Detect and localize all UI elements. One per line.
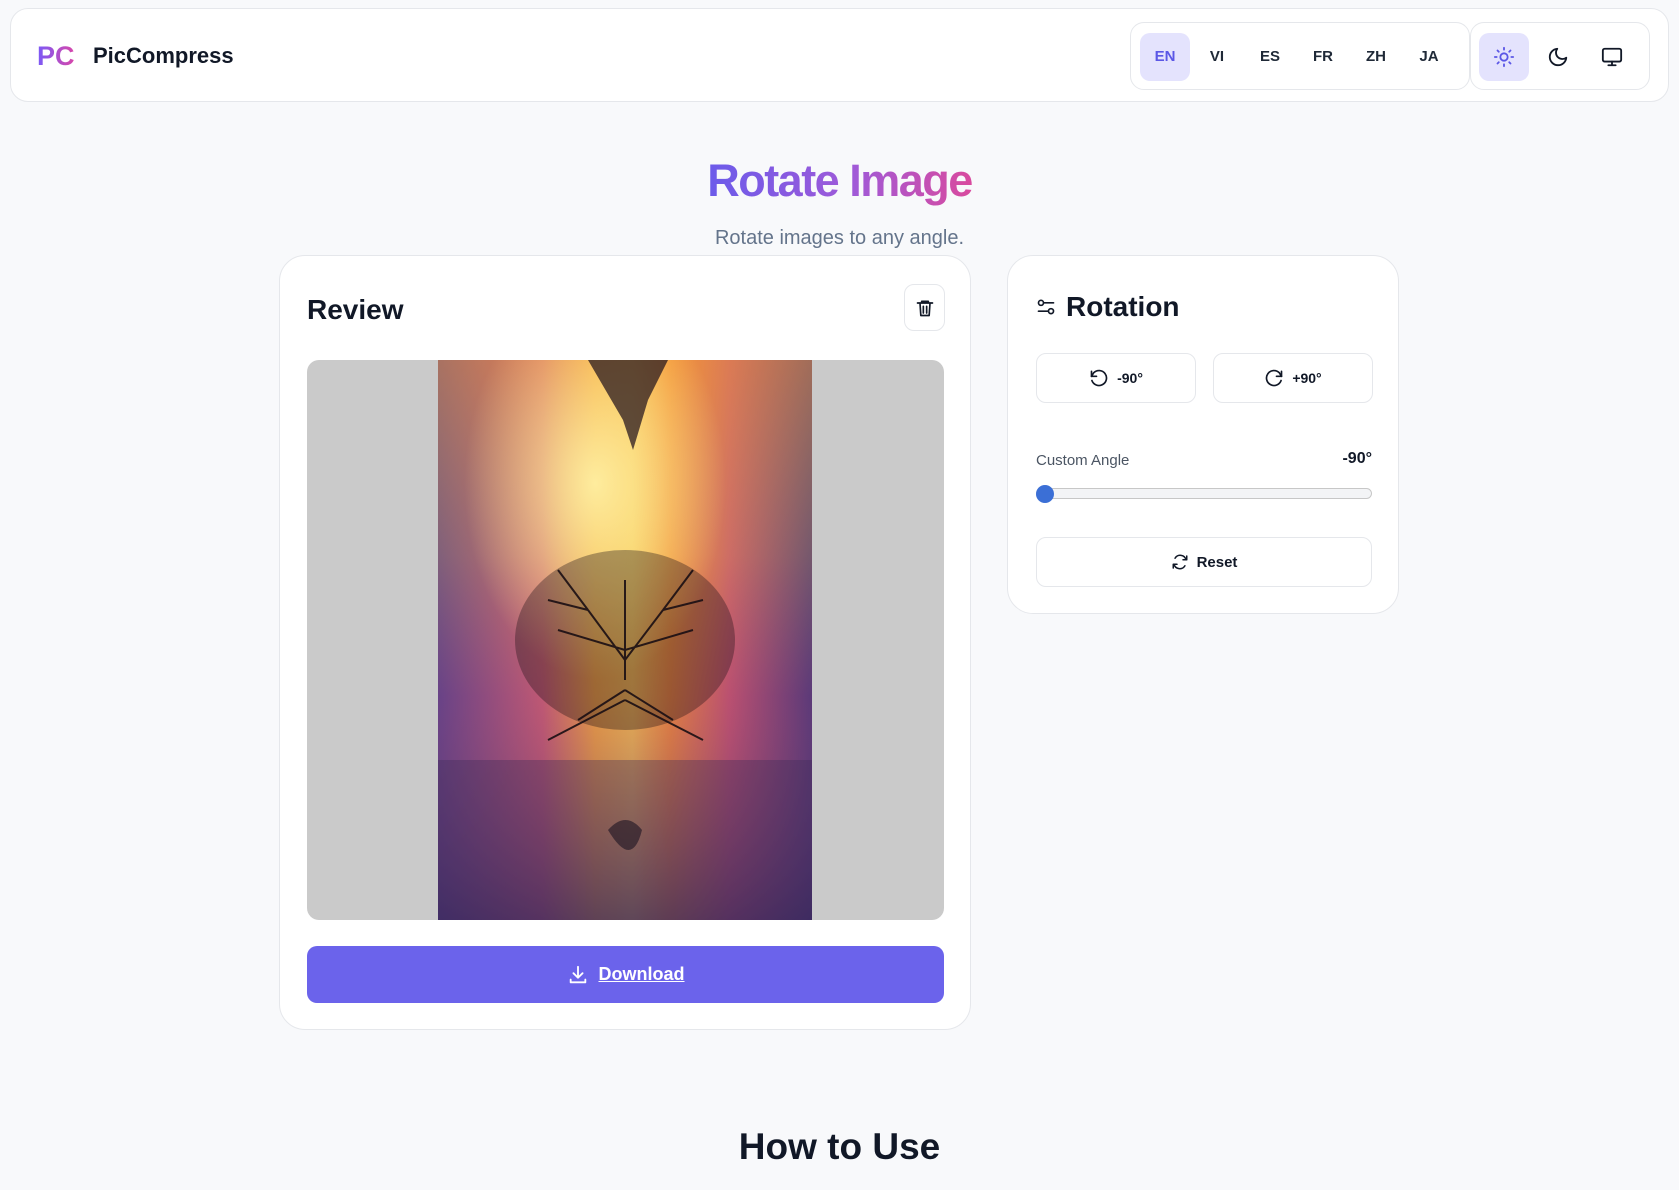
rotated-image: [438, 360, 812, 920]
lang-en-button[interactable]: EN: [1140, 33, 1190, 81]
custom-angle-slider[interactable]: [1036, 485, 1372, 503]
image-preview: [307, 360, 944, 920]
page-title-text: Rotate Image: [707, 155, 973, 206]
monitor-icon: [1601, 47, 1623, 67]
refresh-icon: [1172, 554, 1188, 570]
brand-name[interactable]: PicCompress: [93, 43, 234, 69]
delete-image-button[interactable]: [904, 284, 945, 331]
theme-switcher: [1470, 22, 1650, 90]
rotate-right-button[interactable]: +90°: [1213, 353, 1373, 403]
rotation-card: Rotation -90° +90° Custom Angle -90° Res…: [1007, 255, 1399, 614]
download-button[interactable]: Download: [307, 946, 944, 1003]
slider-thumb[interactable]: [1036, 485, 1054, 503]
rotate-left-label: -90°: [1117, 370, 1143, 386]
dark-theme-button[interactable]: [1533, 33, 1583, 81]
rotate-right-label: +90°: [1292, 370, 1322, 386]
lang-ja-button[interactable]: JA: [1404, 33, 1454, 81]
custom-angle-value: -90°: [1342, 450, 1372, 467]
review-card: Review Download: [279, 255, 971, 1030]
light-theme-button[interactable]: [1479, 33, 1529, 81]
review-title: Review: [307, 294, 404, 325]
rotate-left-button[interactable]: -90°: [1036, 353, 1196, 403]
custom-angle-label: Custom Angle: [1036, 452, 1130, 469]
lang-vi-button[interactable]: VI: [1192, 33, 1242, 81]
reset-button[interactable]: Reset: [1036, 537, 1372, 587]
rotation-title: Rotation: [1066, 291, 1180, 322]
rotate-cw-icon: [1266, 369, 1283, 387]
download-icon: [569, 965, 586, 983]
rotate-ccw-icon: [1090, 369, 1108, 387]
reset-label: Reset: [1196, 553, 1238, 571]
page-title: Rotate Image: [0, 154, 1679, 208]
top-header: PC PicCompress EN VI ES FR ZH JA: [10, 8, 1669, 102]
lang-fr-button[interactable]: FR: [1298, 33, 1348, 81]
download-label: Download: [598, 964, 685, 984]
sliders-icon: [1037, 299, 1055, 315]
language-switcher: EN VI ES FR ZH JA: [1130, 22, 1470, 90]
lang-es-button[interactable]: ES: [1245, 33, 1295, 81]
how-to-use-heading: How to Use: [738, 1126, 941, 1167]
rotation-header: Rotation: [1036, 290, 1180, 324]
trash-icon: [916, 300, 933, 316]
logo-mark[interactable]: PC: [37, 41, 75, 71]
system-theme-button[interactable]: [1587, 33, 1637, 81]
page-subtitle: Rotate images to any angle.: [714, 227, 965, 249]
moon-icon: [1548, 47, 1568, 67]
sun-icon: [1493, 46, 1515, 68]
lang-zh-button[interactable]: ZH: [1351, 33, 1401, 81]
